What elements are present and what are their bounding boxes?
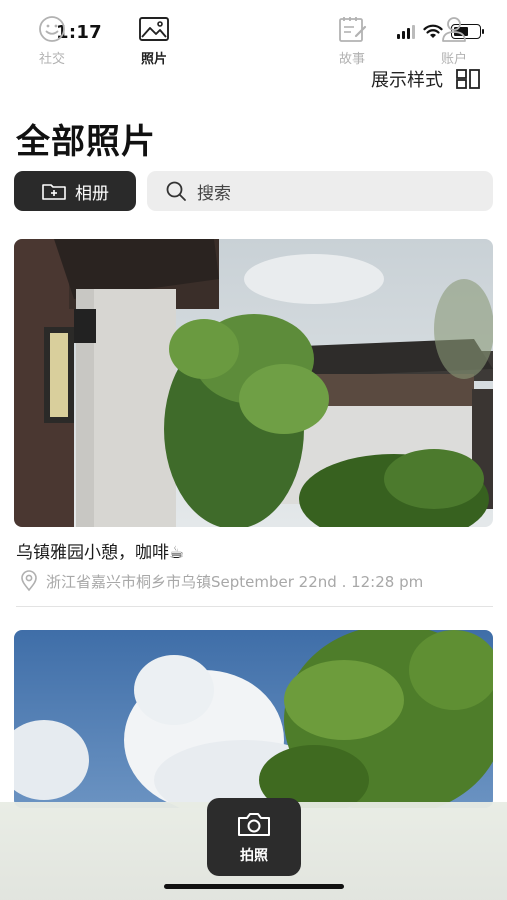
photo-card-image[interactable]	[14, 630, 493, 808]
tab-social[interactable]: 社交	[12, 14, 92, 70]
layout-grid-icon	[456, 69, 480, 89]
tab-photos-label: 照片	[140, 52, 167, 67]
tab-photos[interactable]: 照片	[114, 14, 194, 70]
photo-image-building	[14, 239, 493, 527]
tab-social-label: 社交	[38, 52, 65, 67]
divider	[16, 606, 493, 607]
location-pin-icon	[21, 570, 37, 592]
notebook-edit-icon	[339, 17, 367, 42]
tab-stories-label: 故事	[338, 52, 365, 67]
post-location: 浙江省嘉兴市桐乡市乌镇September 22nd . 12:28 pm	[20, 570, 423, 592]
home-indicator	[164, 884, 344, 889]
post-location-text: 浙江省嘉兴市桐乡市乌镇September 22nd . 12:28 pm	[46, 572, 424, 591]
user-icon	[442, 17, 466, 42]
photo-card-image[interactable]	[14, 239, 493, 527]
album-button[interactable]: 相册	[14, 171, 136, 211]
album-button-label: 相册	[75, 183, 109, 204]
tab-account[interactable]: 账户	[414, 14, 494, 70]
photo-image-sky	[14, 630, 493, 808]
search-icon	[166, 181, 186, 201]
signal-icon	[397, 24, 415, 39]
image-icon	[139, 17, 169, 41]
tab-stories[interactable]: 故事	[312, 14, 392, 70]
add-folder-icon	[42, 184, 66, 200]
smiley-icon	[39, 16, 65, 42]
camera-icon	[238, 813, 270, 836]
search-input[interactable]: 搜索	[147, 171, 493, 211]
page-title: 全部照片	[16, 122, 156, 162]
search-placeholder: 搜索	[197, 183, 231, 204]
tab-camera-label: 拍照	[240, 848, 268, 864]
tab-camera[interactable]: 拍照	[207, 798, 301, 876]
tab-account-label: 账户	[440, 52, 467, 67]
post-caption: 乌镇雅园小憩，咖啡☕	[16, 543, 185, 563]
